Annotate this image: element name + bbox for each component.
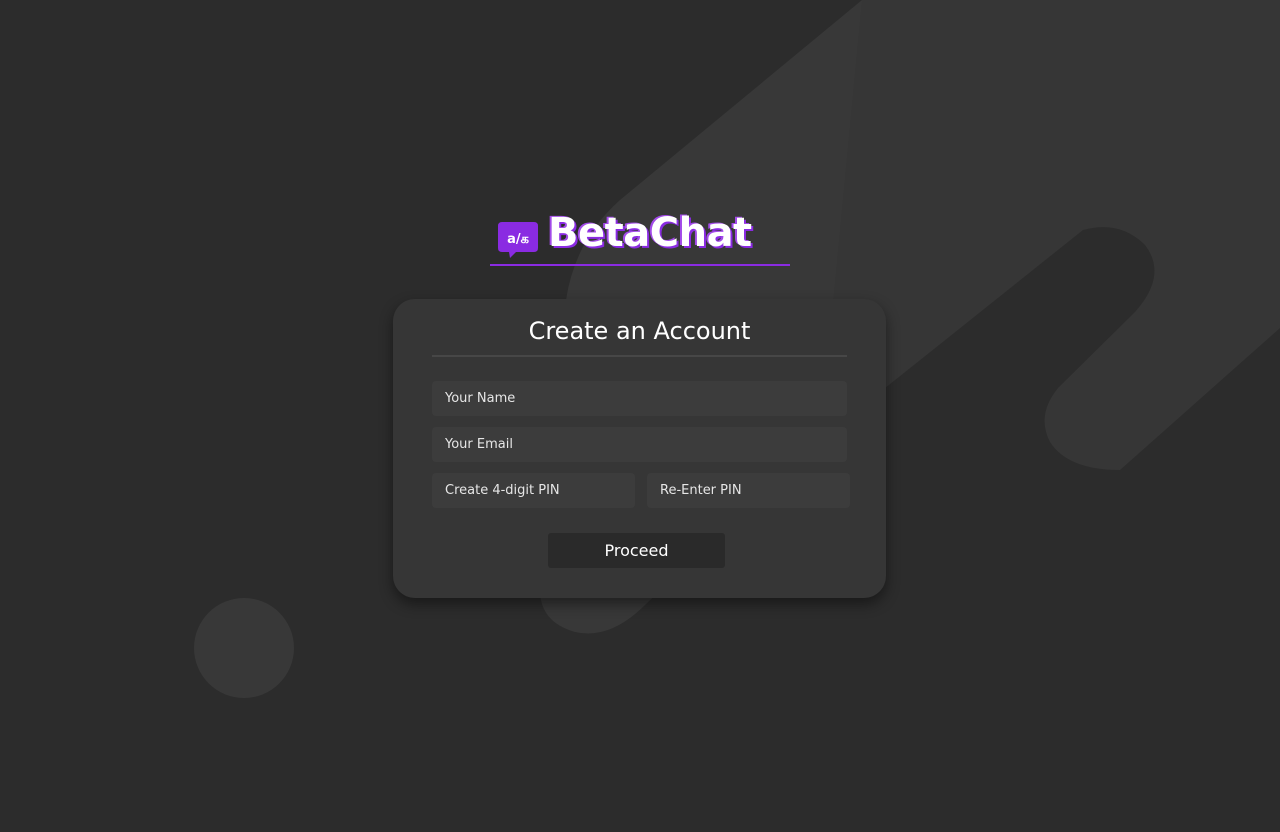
name-input[interactable]	[432, 381, 847, 416]
page-title: Create an Account	[528, 317, 751, 345]
logo-underline	[490, 264, 790, 266]
title-divider	[432, 355, 847, 357]
email-input[interactable]	[432, 427, 847, 462]
logo-glyph: a/க	[507, 232, 530, 247]
pin-input[interactable]	[432, 473, 635, 508]
proceed-button[interactable]: Proceed	[548, 533, 725, 568]
repin-input[interactable]	[647, 473, 850, 508]
brand-logo: a/க BetaChat	[490, 208, 790, 266]
brand-name: BetaChat	[548, 210, 752, 256]
chat-bubble-icon: a/க	[498, 222, 538, 258]
signup-card: Create an Account Proceed	[393, 299, 886, 598]
